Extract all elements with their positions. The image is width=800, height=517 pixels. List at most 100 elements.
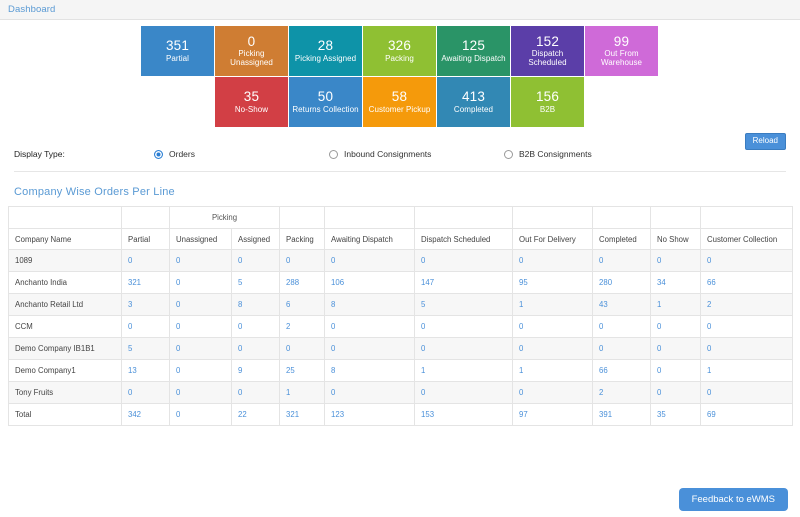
status-tile-completed[interactable]: 413Completed (437, 77, 511, 127)
cell-completed[interactable]: 0 (593, 338, 651, 360)
radio-option-b2b-consignments[interactable]: B2B Consignments (504, 149, 592, 159)
cell-awaiting-dispatch[interactable]: 8 (325, 360, 415, 382)
cell-customer-collection[interactable]: 0 (701, 316, 793, 338)
cell-packing[interactable]: 0 (280, 250, 325, 272)
status-tile-picking-assigned[interactable]: 28Picking Assigned (289, 26, 363, 76)
cell-customer-collection[interactable]: 66 (701, 272, 793, 294)
cell-assigned[interactable]: 0 (232, 338, 280, 360)
cell-partial[interactable]: 13 (122, 360, 170, 382)
cell-packing[interactable]: 1 (280, 382, 325, 404)
cell-out-for-delivery[interactable]: 0 (513, 316, 593, 338)
cell-completed[interactable]: 280 (593, 272, 651, 294)
cell-assigned[interactable]: 9 (232, 360, 280, 382)
cell-packing[interactable]: 321 (280, 404, 325, 426)
cell-dispatch-scheduled[interactable]: 0 (415, 250, 513, 272)
cell-assigned[interactable]: 5 (232, 272, 280, 294)
status-tile-no-show[interactable]: 35No-Show (215, 77, 289, 127)
radio-indicator-inbound-consignments[interactable] (329, 150, 338, 159)
cell-no-show[interactable]: 34 (651, 272, 701, 294)
cell-dispatch-scheduled[interactable]: 1 (415, 360, 513, 382)
status-tile-returns-collection[interactable]: 50Returns Collection (289, 77, 363, 127)
cell-out-for-delivery[interactable]: 97 (513, 404, 593, 426)
cell-customer-collection[interactable]: 0 (701, 382, 793, 404)
cell-completed[interactable]: 0 (593, 250, 651, 272)
status-tile-dispatch-scheduled[interactable]: 152Dispatch Scheduled (511, 26, 585, 76)
cell-completed[interactable]: 66 (593, 360, 651, 382)
cell-out-for-delivery[interactable]: 95 (513, 272, 593, 294)
cell-out-for-delivery[interactable]: 1 (513, 360, 593, 382)
cell-unassigned[interactable]: 0 (170, 272, 232, 294)
status-tile-out-from-warehouse[interactable]: 99Out From Warehouse (585, 26, 659, 76)
cell-no-show[interactable]: 0 (651, 360, 701, 382)
cell-dispatch-scheduled[interactable]: 153 (415, 404, 513, 426)
cell-dispatch-scheduled[interactable]: 5 (415, 294, 513, 316)
cell-customer-collection[interactable]: 69 (701, 404, 793, 426)
cell-no-show[interactable]: 0 (651, 382, 701, 404)
cell-assigned[interactable]: 0 (232, 250, 280, 272)
radio-option-orders[interactable]: Orders (154, 149, 329, 159)
cell-out-for-delivery[interactable]: 0 (513, 250, 593, 272)
cell-awaiting-dispatch[interactable]: 0 (325, 250, 415, 272)
cell-out-for-delivery[interactable]: 0 (513, 382, 593, 404)
status-tile-picking-unassigned[interactable]: 0Picking Unassigned (215, 26, 289, 76)
cell-no-show[interactable]: 35 (651, 404, 701, 426)
cell-partial[interactable]: 0 (122, 316, 170, 338)
cell-completed[interactable]: 0 (593, 316, 651, 338)
status-tile-customer-pickup[interactable]: 58Customer Pickup (363, 77, 437, 127)
cell-dispatch-scheduled[interactable]: 0 (415, 382, 513, 404)
cell-assigned[interactable]: 0 (232, 316, 280, 338)
cell-partial[interactable]: 0 (122, 250, 170, 272)
cell-partial[interactable]: 3 (122, 294, 170, 316)
cell-partial[interactable]: 0 (122, 382, 170, 404)
cell-partial[interactable]: 342 (122, 404, 170, 426)
cell-assigned[interactable]: 22 (232, 404, 280, 426)
cell-customer-collection[interactable]: 0 (701, 250, 793, 272)
cell-customer-collection[interactable]: 0 (701, 338, 793, 360)
cell-unassigned[interactable]: 0 (170, 250, 232, 272)
cell-unassigned[interactable]: 0 (170, 294, 232, 316)
status-tile-b2b[interactable]: 156B2B (511, 77, 585, 127)
cell-awaiting-dispatch[interactable]: 0 (325, 382, 415, 404)
status-tile-awaiting-dispatch[interactable]: 125Awaiting Dispatch (437, 26, 511, 76)
cell-packing[interactable]: 288 (280, 272, 325, 294)
cell-unassigned[interactable]: 0 (170, 338, 232, 360)
radio-indicator-orders[interactable] (154, 150, 163, 159)
cell-awaiting-dispatch[interactable]: 123 (325, 404, 415, 426)
cell-completed[interactable]: 2 (593, 382, 651, 404)
cell-no-show[interactable]: 0 (651, 316, 701, 338)
cell-awaiting-dispatch[interactable]: 106 (325, 272, 415, 294)
cell-dispatch-scheduled[interactable]: 0 (415, 338, 513, 360)
cell-awaiting-dispatch[interactable]: 8 (325, 294, 415, 316)
cell-unassigned[interactable]: 0 (170, 316, 232, 338)
cell-no-show[interactable]: 0 (651, 250, 701, 272)
feedback-button[interactable]: Feedback to eWMS (679, 488, 788, 512)
reload-button[interactable]: Reload (745, 133, 786, 150)
cell-out-for-delivery[interactable]: 0 (513, 338, 593, 360)
cell-no-show[interactable]: 0 (651, 338, 701, 360)
radio-option-inbound-consignments[interactable]: Inbound Consignments (329, 149, 504, 159)
cell-packing[interactable]: 2 (280, 316, 325, 338)
cell-dispatch-scheduled[interactable]: 147 (415, 272, 513, 294)
cell-assigned[interactable]: 0 (232, 382, 280, 404)
cell-unassigned[interactable]: 0 (170, 404, 232, 426)
cell-customer-collection[interactable]: 1 (701, 360, 793, 382)
cell-no-show[interactable]: 1 (651, 294, 701, 316)
cell-dispatch-scheduled[interactable]: 0 (415, 316, 513, 338)
status-tile-partial[interactable]: 351Partial (141, 26, 215, 76)
cell-completed[interactable]: 43 (593, 294, 651, 316)
radio-indicator-b2b-consignments[interactable] (504, 150, 513, 159)
cell-completed[interactable]: 391 (593, 404, 651, 426)
cell-partial[interactable]: 5 (122, 338, 170, 360)
cell-packing[interactable]: 25 (280, 360, 325, 382)
cell-packing[interactable]: 0 (280, 338, 325, 360)
cell-unassigned[interactable]: 0 (170, 360, 232, 382)
cell-awaiting-dispatch[interactable]: 0 (325, 338, 415, 360)
cell-awaiting-dispatch[interactable]: 0 (325, 316, 415, 338)
cell-packing[interactable]: 6 (280, 294, 325, 316)
cell-customer-collection[interactable]: 2 (701, 294, 793, 316)
cell-out-for-delivery[interactable]: 1 (513, 294, 593, 316)
breadcrumb-link-dashboard[interactable]: Dashboard (8, 4, 55, 15)
cell-unassigned[interactable]: 0 (170, 382, 232, 404)
cell-partial[interactable]: 321 (122, 272, 170, 294)
status-tile-packing[interactable]: 326Packing (363, 26, 437, 76)
